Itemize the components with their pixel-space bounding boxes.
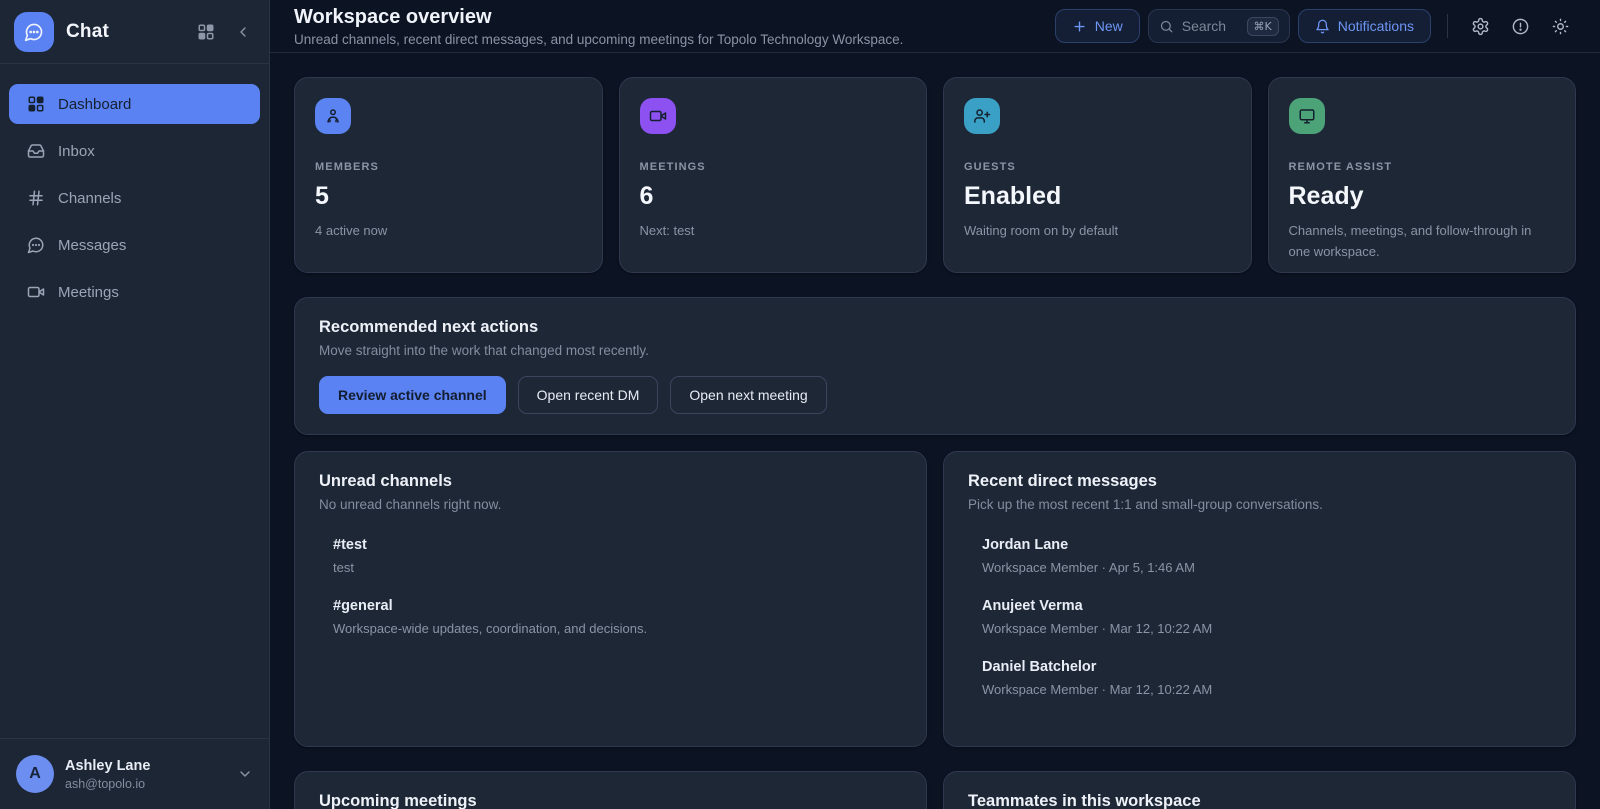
panel-subtitle: Move straight into the work that changed… [319, 343, 1551, 358]
sidebar-item-meetings[interactable]: Meetings [9, 272, 260, 312]
stat-subtext: Channels, meetings, and follow-through i… [1289, 221, 1556, 263]
user-email: ash@topolo.io [65, 777, 150, 791]
panels-row-bottom: Upcoming meetings Teammates in this work… [294, 771, 1576, 809]
dm-name: Jordan Lane [982, 537, 1551, 553]
new-button[interactable]: New [1055, 9, 1140, 43]
video-camera-icon [27, 283, 45, 301]
video-camera-icon [640, 98, 676, 134]
inbox-icon [27, 142, 45, 160]
dm-name: Anujeet Verma [982, 598, 1551, 614]
user-plus-icon [964, 98, 1000, 134]
stat-card-members[interactable]: MEMBERS 5 4 active now [294, 77, 603, 273]
bell-icon [1315, 19, 1330, 34]
review-active-channel-button[interactable]: Review active channel [319, 376, 506, 414]
dm-meta: Workspace Member · Apr 5, 1:46 AM [982, 560, 1551, 575]
channel-name: #test [333, 537, 902, 553]
dashboard-content: MEMBERS 5 4 active now MEETINGS 6 Next: … [270, 53, 1600, 809]
stat-value: Ready [1289, 182, 1556, 211]
sidebar: Chat [0, 0, 270, 809]
dm-list-item[interactable]: Jordan Lane Workspace Member · Apr 5, 1:… [982, 537, 1551, 575]
settings-gear-icon[interactable] [1464, 10, 1496, 42]
avatar: A [16, 755, 54, 793]
channel-list-item[interactable]: #general Workspace-wide updates, coordin… [333, 598, 902, 636]
monitor-icon [1289, 98, 1325, 134]
search-box[interactable]: ⌘K [1148, 9, 1290, 43]
plus-icon [1072, 19, 1087, 34]
sidebar-nav: Dashboard Inbox Channels [0, 64, 269, 332]
panel-title: Teammates in this workspace [968, 792, 1551, 809]
dm-list-item[interactable]: Anujeet Verma Workspace Member · Mar 12,… [982, 598, 1551, 636]
notifications-button[interactable]: Notifications [1298, 9, 1431, 43]
stat-card-meetings[interactable]: MEETINGS 6 Next: test [619, 77, 928, 273]
stat-label: MEMBERS [315, 161, 582, 173]
message-bubble-icon [27, 236, 45, 254]
panel-title: Upcoming meetings [319, 792, 902, 809]
stat-label: REMOTE ASSIST [1289, 161, 1556, 173]
dashboard-grid-icon [27, 95, 45, 113]
collapse-sidebar-chevron-left-icon[interactable] [235, 24, 251, 40]
sidebar-item-label: Inbox [58, 143, 95, 160]
sidebar-item-label: Dashboard [58, 96, 131, 113]
app-title: Chat [66, 21, 109, 43]
teammates-panel: Teammates in this workspace [943, 771, 1576, 809]
panels-row: Unread channels No unread channels right… [294, 451, 1576, 747]
stat-card-remote-assist[interactable]: REMOTE ASSIST Ready Channels, meetings, … [1268, 77, 1577, 273]
user-menu[interactable]: A Ashley Lane ash@topolo.io [0, 738, 269, 809]
stat-card-guests[interactable]: GUESTS Enabled Waiting room on by defaul… [943, 77, 1252, 273]
stat-subtext: Waiting room on by default [964, 221, 1231, 242]
panel-title: Recommended next actions [319, 318, 1551, 337]
stat-subtext: 4 active now [315, 221, 582, 242]
help-info-circle-icon[interactable] [1504, 10, 1536, 42]
main-area: Workspace overview Unread channels, rece… [270, 0, 1600, 809]
unread-channels-panel: Unread channels No unread channels right… [294, 451, 927, 747]
stat-value: Enabled [964, 182, 1231, 211]
apps-grid-icon[interactable] [197, 23, 215, 41]
recent-dms-panel: Recent direct messages Pick up the most … [943, 451, 1576, 747]
user-name: Ashley Lane [65, 758, 150, 774]
theme-toggle-sun-icon[interactable] [1544, 10, 1576, 42]
stat-label: MEETINGS [640, 161, 907, 173]
sidebar-item-label: Channels [58, 190, 121, 207]
channel-description: test [333, 560, 902, 575]
app-logo-chat-icon [14, 12, 54, 52]
sidebar-item-inbox[interactable]: Inbox [9, 131, 260, 171]
dm-meta: Workspace Member · Mar 12, 10:22 AM [982, 621, 1551, 636]
sidebar-item-messages[interactable]: Messages [9, 225, 260, 265]
page-title: Workspace overview [294, 6, 903, 28]
upcoming-meetings-panel: Upcoming meetings [294, 771, 927, 809]
dm-meta: Workspace Member · Mar 12, 10:22 AM [982, 682, 1551, 697]
stat-value: 5 [315, 182, 582, 211]
open-recent-dm-button[interactable]: Open recent DM [518, 376, 659, 414]
channel-description: Workspace-wide updates, coordination, an… [333, 621, 902, 636]
open-next-meeting-button[interactable]: Open next meeting [670, 376, 826, 414]
chevron-down-icon [237, 766, 253, 782]
sidebar-header: Chat [0, 0, 269, 64]
members-icon [315, 98, 351, 134]
page-subtitle: Unread channels, recent direct messages,… [294, 32, 903, 47]
panel-subtitle: No unread channels right now. [319, 497, 902, 512]
app-root: Chat [0, 0, 1600, 809]
sidebar-item-channels[interactable]: Channels [9, 178, 260, 218]
stat-subtext: Next: test [640, 221, 907, 242]
channel-list-item[interactable]: #test test [333, 537, 902, 575]
channel-name: #general [333, 598, 902, 614]
sidebar-item-dashboard[interactable]: Dashboard [9, 84, 260, 124]
search-shortcut-badge: ⌘K [1247, 17, 1279, 36]
dm-list-item[interactable]: Daniel Batchelor Workspace Member · Mar … [982, 659, 1551, 697]
divider [1447, 14, 1448, 38]
search-icon [1159, 19, 1174, 34]
search-input[interactable] [1182, 18, 1239, 34]
panel-title: Recent direct messages [968, 472, 1551, 491]
sidebar-item-label: Meetings [58, 284, 119, 301]
stats-row: MEMBERS 5 4 active now MEETINGS 6 Next: … [294, 77, 1576, 273]
topbar: Workspace overview Unread channels, rece… [270, 0, 1600, 53]
stat-label: GUESTS [964, 161, 1231, 173]
dm-name: Daniel Batchelor [982, 659, 1551, 675]
panel-title: Unread channels [319, 472, 902, 491]
hash-icon [27, 189, 45, 207]
recommended-actions-panel: Recommended next actions Move straight i… [294, 297, 1576, 435]
sidebar-item-label: Messages [58, 237, 126, 254]
stat-value: 6 [640, 182, 907, 211]
panel-subtitle: Pick up the most recent 1:1 and small-gr… [968, 497, 1551, 512]
